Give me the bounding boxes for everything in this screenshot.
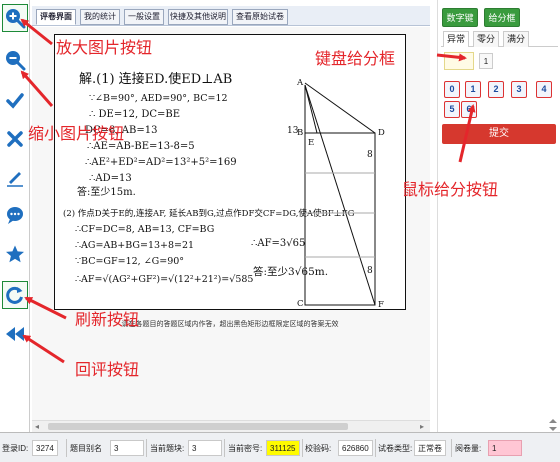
score-input[interactable] [444, 52, 474, 70]
annotation-keyboard-box: 键盘给分框 [315, 49, 396, 68]
answer-line: 答:至少15m. [77, 185, 136, 198]
score-button-4[interactable]: 4 [536, 81, 552, 98]
question-alias-value: 3 [110, 440, 144, 456]
annotation-zoom-in: 放大图片按钮 [56, 38, 153, 57]
figure-label: 8 [367, 266, 373, 276]
scrollbar-thumb[interactable] [48, 423, 348, 430]
tab-bar: 评卷界面 我的统计 一般设置 快捷及其他说明 查看原始试卷 [32, 6, 430, 26]
seq-number-value: 311125 [266, 440, 300, 456]
tab-marking[interactable]: 评卷界面 [36, 9, 76, 25]
pencil-button[interactable] [4, 166, 26, 188]
score-button-2[interactable]: 2 [488, 81, 504, 98]
tab-full-score[interactable]: 满分 [503, 31, 529, 47]
answer-line: ∵BC=GF=12, ∠G=90° [75, 256, 184, 267]
vertical-scroll-arrows[interactable] [547, 418, 559, 432]
zoom-in-button[interactable] [2, 4, 28, 32]
annotation-refresh: 刷新按钮 [75, 310, 140, 329]
score-button-3[interactable]: 3 [511, 81, 527, 98]
score-box-button[interactable]: 给分框 [484, 8, 520, 27]
comment-button[interactable] [4, 204, 26, 226]
tab-original-paper[interactable]: 查看原始试卷 [232, 9, 288, 25]
score-tabs: 异常 零分 满分 [441, 29, 558, 47]
tab-shortcuts[interactable]: 快捷及其他说明 [168, 9, 228, 25]
annotation-zoom-out: 缩小图片按钮 [28, 124, 125, 143]
answer-sheet: 解.(1) 连接ED.使ED⊥AB ∵∠B=90°, AED=90°, BC=1… [54, 34, 406, 310]
score-button-0[interactable]: 0 [444, 81, 460, 98]
question-alias-label: 题目别名 [70, 444, 102, 453]
refresh-button[interactable] [2, 281, 28, 309]
star-button[interactable] [4, 243, 26, 265]
marking-app: 评卷界面 我的统计 一般设置 快捷及其他说明 查看原始试卷 解.(1) 连接ED… [0, 0, 560, 462]
submit-button[interactable]: 提交 [442, 124, 556, 144]
pencil-icon [7, 172, 23, 187]
rewind-button[interactable] [4, 323, 26, 345]
answer-line: ∴AG=AB+BG=13+8=21 [75, 240, 194, 251]
zoom-out-icon [6, 51, 26, 71]
check-code-label: 校验码: [305, 444, 332, 453]
login-id-label: 登录ID: [2, 444, 29, 453]
scroll-right-icon[interactable]: ▸ [420, 422, 424, 431]
check-button[interactable] [4, 90, 26, 112]
score-panel: 数字键 给分框 异常 零分 满分 1 0 1 2 3 4 5 6 提交 [437, 0, 560, 432]
answer-line: ∴AF=3√65 [251, 238, 305, 249]
status-bar: 登录ID: 3274 题目别名 3 当前题块: 3 当前密号: 311125 校… [0, 432, 560, 462]
figure-label: 13 [287, 126, 299, 136]
left-toolbar [0, 0, 30, 432]
paper-type-label: 试卷类型: [378, 444, 413, 453]
horizontal-scrollbar[interactable]: ◂ ▸ [32, 420, 430, 432]
answer-line: 解.(1) 连接ED.使ED⊥AB [79, 71, 232, 87]
answer-line: ∴ DE=12, DC=BE [89, 109, 180, 120]
figure-label: F [378, 300, 384, 310]
annotation-mouse-buttons: 鼠标给分按钮 [402, 180, 499, 199]
cross-icon [7, 131, 23, 147]
tab-abnormal[interactable]: 异常 [443, 31, 469, 47]
scroll-left-icon[interactable]: ◂ [35, 422, 39, 431]
status-divider [302, 439, 303, 457]
figure-label: C [297, 299, 304, 309]
figure-label: 8 [367, 150, 373, 160]
answer-line: ∵∠B=90°, AED=90°, BC=12 [89, 93, 228, 104]
status-divider [224, 439, 225, 457]
marked-count-label: 阅卷量: [455, 444, 482, 453]
tab-general-settings[interactable]: 一般设置 [124, 9, 164, 25]
marked-count-value: 1 [488, 440, 522, 456]
status-divider [66, 439, 67, 457]
zoom-in-icon [6, 9, 26, 29]
score-chip: 1 [479, 53, 493, 69]
score-button-1[interactable]: 1 [465, 81, 481, 98]
answer-line: ∴AF=√(AG²+GF²)=√(12²+21²)=√585 [75, 274, 253, 285]
status-divider [451, 439, 452, 457]
seq-number-label: 当前密号: [228, 444, 263, 453]
comment-icon [7, 207, 23, 224]
score-button-6[interactable]: 6 [461, 101, 477, 118]
current-block-value: 3 [188, 440, 222, 456]
figure-label: D [378, 128, 385, 138]
check-icon [6, 93, 24, 109]
figure-label: E [308, 138, 314, 148]
tab-zero-score[interactable]: 零分 [473, 31, 499, 47]
zoom-out-button[interactable] [4, 49, 26, 71]
answer-line: ∴CF=DC=8, AB=13, CF=BG [75, 224, 214, 235]
login-id-value: 3274 [32, 440, 58, 456]
cross-button[interactable] [4, 128, 26, 150]
paper-type-value: 正常卷 [414, 440, 446, 456]
keyboard-mode-button[interactable]: 数字键 [442, 8, 478, 27]
annotation-review: 回评按钮 [75, 360, 140, 379]
rewind-icon [6, 327, 24, 341]
scroll-updown-icon [549, 419, 557, 431]
tab-my-stats[interactable]: 我的统计 [80, 9, 120, 25]
figure-label: A [296, 78, 304, 88]
answer-line: 答:至少3√65m. [253, 265, 328, 278]
status-divider [146, 439, 147, 457]
refresh-icon [6, 286, 23, 304]
star-icon [6, 245, 24, 263]
current-block-label: 当前题块: [150, 444, 185, 453]
handwritten-answer: 解.(1) 连接ED.使ED⊥AB ∵∠B=90°, AED=90°, BC=1… [63, 71, 385, 310]
score-button-5[interactable]: 5 [444, 101, 460, 118]
answer-line: ∴AD=13 [89, 173, 132, 184]
check-code-value: 626860 [338, 440, 373, 456]
status-divider [375, 439, 376, 457]
answer-line: ∴AE²+ED²=AD²=13²+5²=169 [85, 157, 237, 168]
